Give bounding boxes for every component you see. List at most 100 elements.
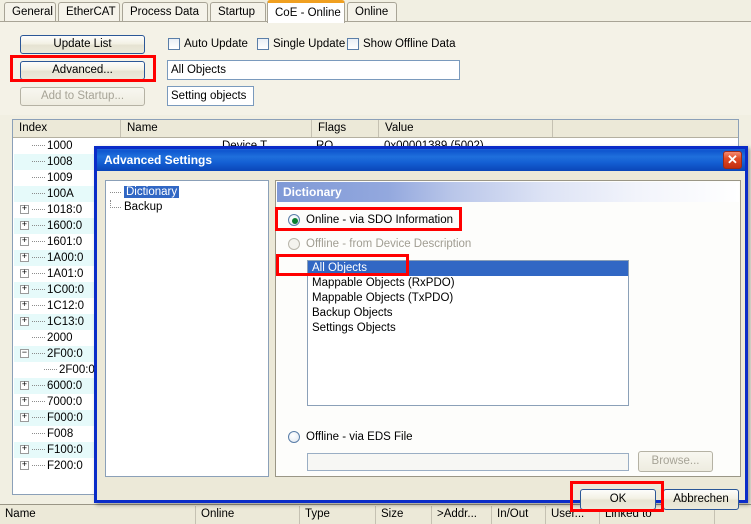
collapse-icon[interactable]: − [20, 349, 29, 359]
tree-connector-icon [32, 417, 45, 419]
cell-index: 2000 [47, 332, 73, 344]
radio-offline-from-device-description[interactable]: Offline - from Device Description [288, 238, 471, 250]
bottom-column-addr[interactable]: >Addr... [432, 506, 492, 524]
column-header-index[interactable]: Index [13, 120, 121, 137]
eds-path-input[interactable] [307, 453, 629, 471]
add-to-startup-button[interactable]: Add to Startup... [20, 87, 145, 106]
tree-connector-icon [32, 273, 45, 275]
dialog-nav-tree[interactable]: Dictionary Backup [105, 180, 269, 477]
nav-item-backup[interactable]: Backup [106, 200, 268, 215]
tree-connector-icon [32, 161, 45, 163]
radio-offline-via-eds-file[interactable]: Offline - via EDS File [288, 431, 413, 443]
cell-index: F100:0 [47, 444, 83, 456]
show-offline-data-label: Show Offline Data [363, 38, 456, 50]
list-item[interactable]: Mappable Objects (RxPDO) [308, 276, 628, 291]
close-icon[interactable]: ✕ [723, 151, 742, 169]
nav-item-dictionary[interactable]: Dictionary [106, 185, 268, 200]
column-header-flags[interactable]: Flags [312, 120, 379, 137]
tab-ethercat[interactable]: EtherCAT [58, 2, 120, 22]
tree-connector-icon-2 [110, 207, 121, 208]
single-update-label: Single Update [273, 38, 346, 50]
single-update-checkbox[interactable]: Single Update [257, 38, 345, 50]
expand-icon[interactable]: + [20, 253, 29, 263]
bottom-column-type[interactable]: Type [300, 506, 376, 524]
dialog-title-bar[interactable]: Advanced Settings ✕ [97, 149, 745, 171]
tab-coe-online[interactable]: CoE - Online [267, 0, 345, 23]
list-item[interactable]: Settings Objects [308, 321, 628, 336]
object-filter-display[interactable]: All Objects [167, 60, 460, 80]
update-list-button[interactable]: Update List [20, 35, 145, 54]
tab-general[interactable]: General [4, 2, 56, 22]
nav-item-dictionary-label: Dictionary [124, 186, 180, 198]
expand-icon[interactable]: + [20, 221, 29, 231]
application-window: General EtherCAT Process Data Startup Co… [0, 0, 751, 524]
cell-index: 1C13:0 [47, 316, 85, 328]
setting-objects-display[interactable]: Setting objects [167, 86, 254, 106]
list-item[interactable]: Backup Objects [308, 306, 628, 321]
column-header-spacer[interactable] [553, 120, 738, 137]
expand-icon[interactable]: + [20, 461, 29, 471]
expand-icon[interactable]: + [20, 301, 29, 311]
checkbox-box-auto-update[interactable] [168, 38, 180, 50]
tree-connector-icon [32, 145, 45, 147]
advanced-button[interactable]: Advanced... [20, 61, 145, 80]
radio-dot-offline-eds-icon[interactable] [288, 431, 300, 443]
cell-index: 1C00:0 [47, 284, 85, 296]
cell-index: 6000:0 [47, 380, 83, 392]
browse-button[interactable]: Browse... [638, 451, 713, 472]
list-item[interactable]: All Objects [308, 261, 628, 276]
radio-dot-online-icon[interactable] [288, 214, 300, 226]
radio-online-via-sdo-label: Online - via SDO Information [306, 214, 454, 226]
checkbox-box-show-offline-data[interactable] [347, 38, 359, 50]
tab-startup[interactable]: Startup [210, 2, 266, 22]
tab-online[interactable]: Online [347, 2, 397, 22]
radio-dot-offline-device-icon[interactable] [288, 238, 300, 250]
cell-index: 1C12:0 [47, 300, 85, 312]
expand-icon[interactable]: + [20, 445, 29, 455]
column-header-name[interactable]: Name [121, 120, 312, 137]
cell-index: 1008 [47, 156, 73, 168]
expand-icon[interactable]: + [20, 237, 29, 247]
bottom-column-size[interactable]: Size [376, 506, 432, 524]
tab-strip: General EtherCAT Process Data Startup Co… [0, 0, 751, 23]
tree-connector-icon [32, 465, 45, 467]
tree-connector-icon [32, 241, 45, 243]
expand-icon[interactable]: + [20, 205, 29, 215]
expand-icon[interactable]: + [20, 397, 29, 407]
tree-connector-icon [32, 449, 45, 451]
auto-update-checkbox[interactable]: Auto Update [168, 38, 248, 50]
bottom-column-name[interactable]: Name [0, 506, 196, 524]
tree-connector-icon [110, 192, 121, 193]
cell-index: 1018:0 [47, 204, 83, 216]
tree-connector-icon [32, 337, 45, 339]
list-item[interactable]: Mappable Objects (TxPDO) [308, 291, 628, 306]
cell-index: F000:0 [47, 412, 83, 424]
cell-index: 1A01:0 [47, 268, 84, 280]
checkbox-box-single-update[interactable] [257, 38, 269, 50]
expand-icon[interactable]: + [20, 413, 29, 423]
cancel-button[interactable]: Abbrechen [663, 489, 739, 510]
expand-icon[interactable]: + [20, 269, 29, 279]
cell-index: 1000 [47, 140, 73, 152]
tree-connector-icon [32, 209, 45, 211]
bottom-column-in-out[interactable]: In/Out [492, 506, 546, 524]
tree-connector-icon [32, 401, 45, 403]
expand-icon[interactable]: + [20, 381, 29, 391]
show-offline-data-checkbox[interactable]: Show Offline Data [347, 38, 455, 50]
column-header-value[interactable]: Value [379, 120, 553, 137]
object-list-header: Index Name Flags Value [13, 120, 738, 138]
bottom-column-online[interactable]: Online [196, 506, 300, 524]
expand-icon[interactable]: + [20, 317, 29, 327]
tree-connector-icon [32, 177, 45, 179]
radio-online-via-sdo[interactable]: Online - via SDO Information [288, 214, 453, 226]
cell-index: 1601:0 [47, 236, 83, 248]
radio-offline-via-eds-file-label: Offline - via EDS File [306, 431, 413, 443]
tab-process-data[interactable]: Process Data [122, 2, 208, 22]
tree-connector-icon [32, 289, 45, 291]
ok-button[interactable]: OK [580, 489, 656, 510]
dictionary-pane-header: Dictionary [277, 182, 739, 202]
dictionary-pane: Dictionary Online - via SDO Information … [275, 180, 741, 477]
expand-icon[interactable]: + [20, 285, 29, 295]
cell-index: F200:0 [47, 460, 83, 472]
object-filter-listbox[interactable]: All Objects Mappable Objects (RxPDO) Map… [307, 260, 629, 406]
